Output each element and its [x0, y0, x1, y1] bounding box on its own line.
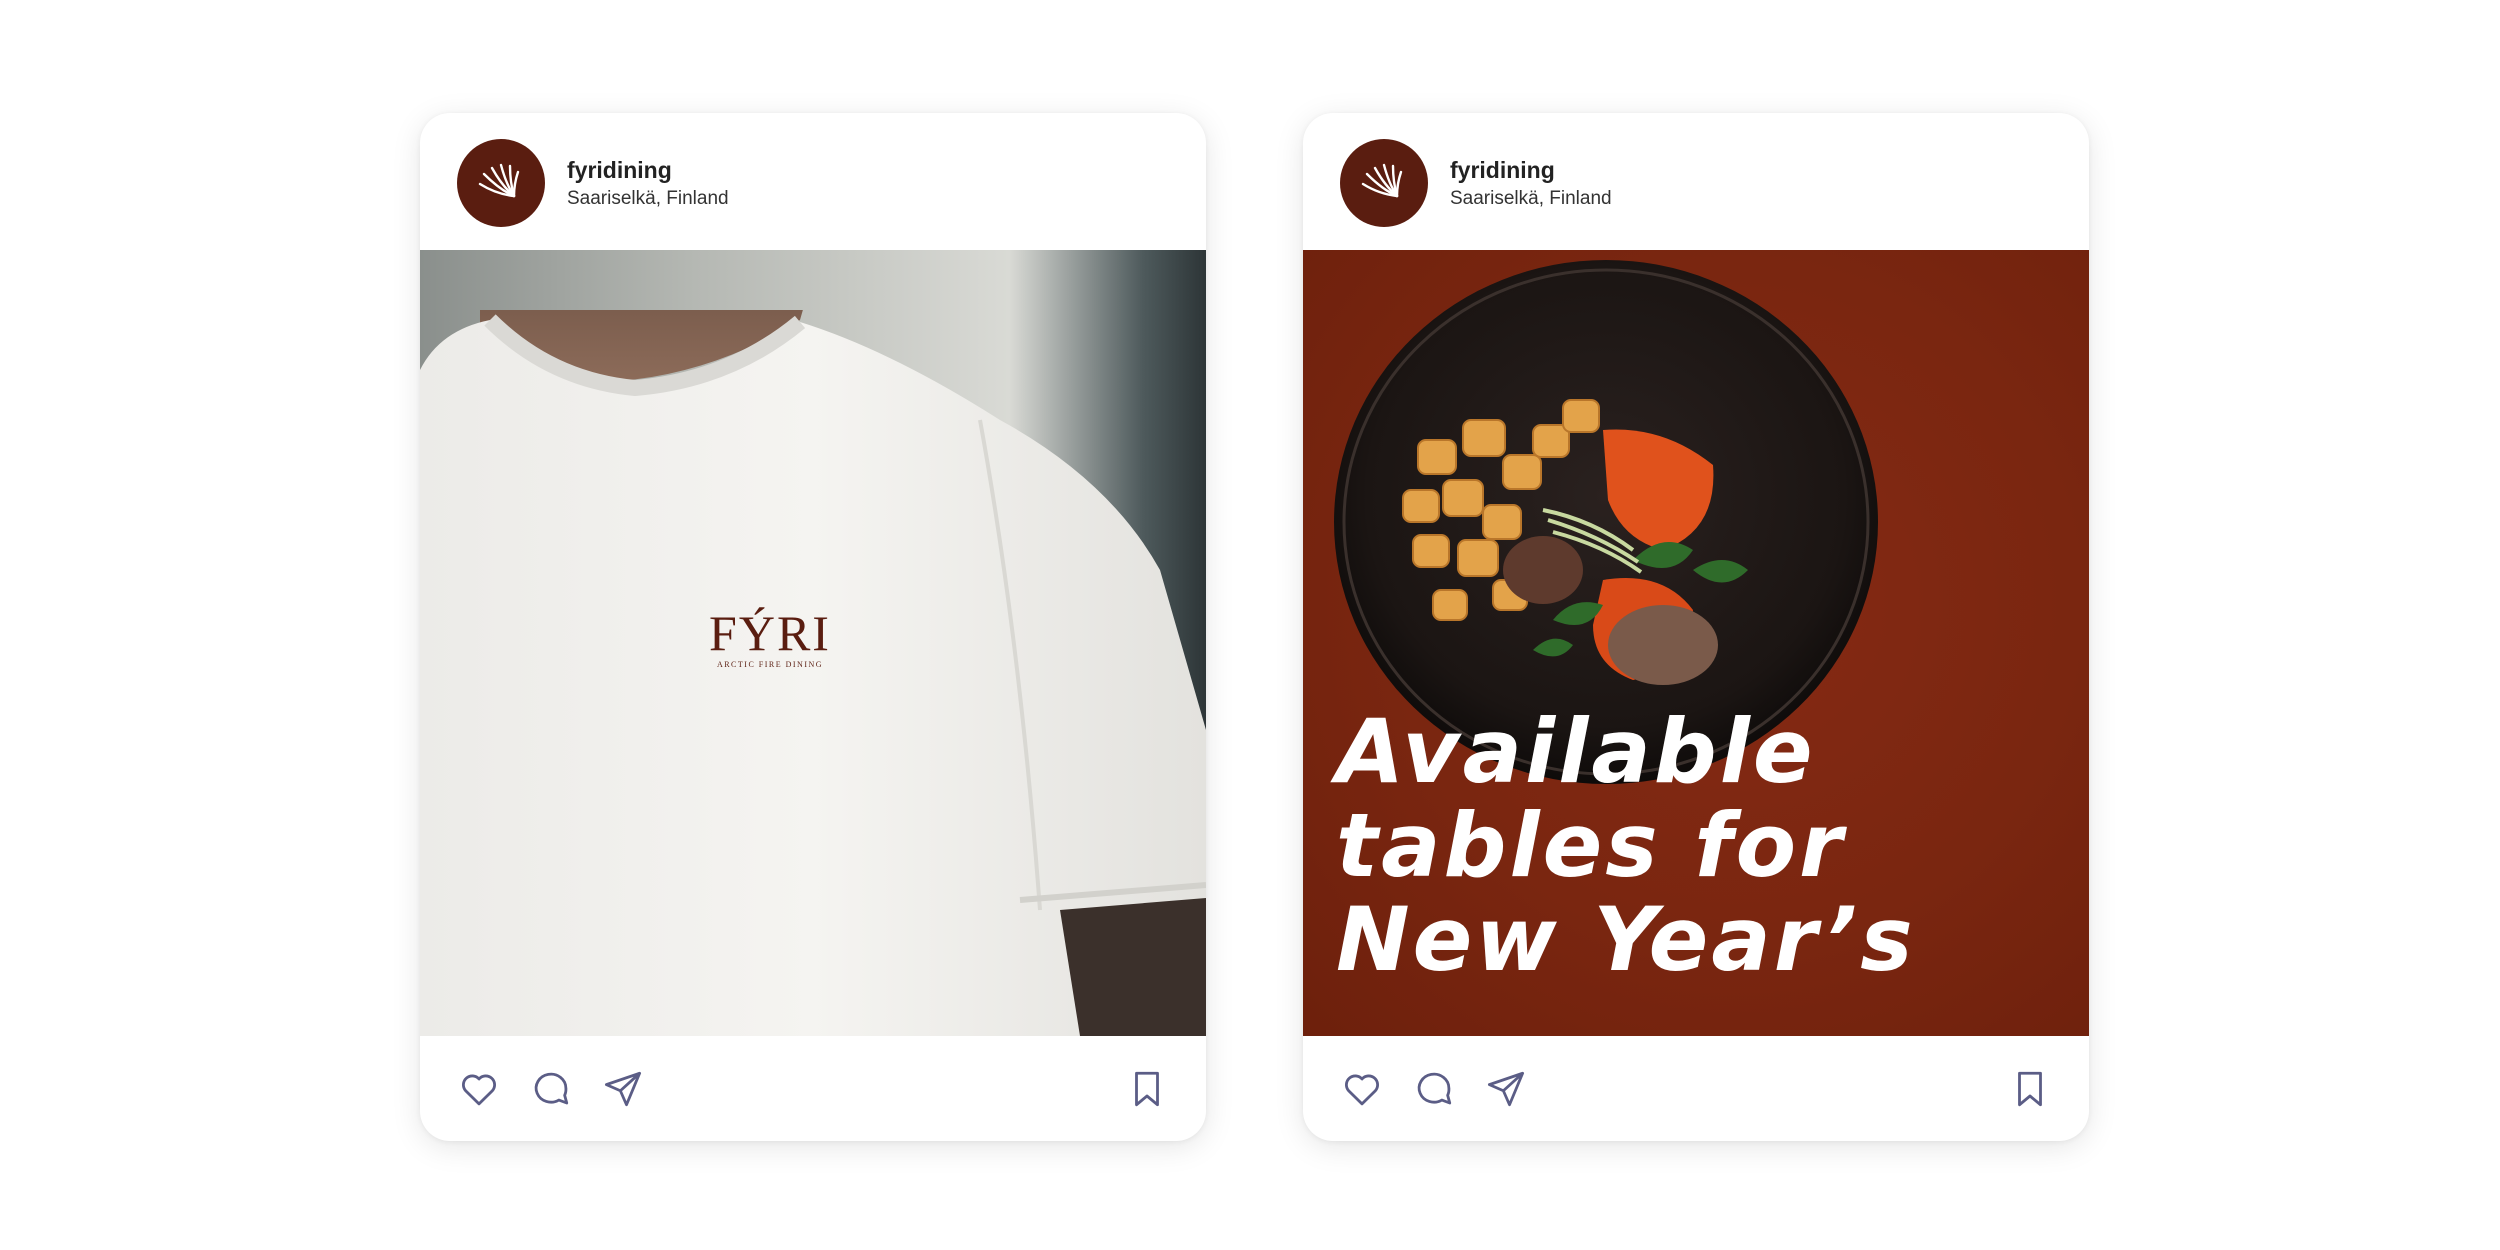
brand-logo-icon: [1361, 163, 1403, 198]
bookmark-icon[interactable]: [2007, 1066, 2053, 1112]
canvas: fyridining Saariselkä, Finland FÝRI ARCT…: [0, 0, 2500, 1250]
post-location[interactable]: Saariselkä, Finland: [1450, 188, 1612, 210]
comment-icon[interactable]: [1411, 1066, 1457, 1112]
post-image-dish[interactable]: Available tables for New Year’s: [1303, 250, 2089, 1036]
heart-icon[interactable]: [456, 1066, 502, 1112]
send-icon[interactable]: [600, 1066, 646, 1112]
post-username[interactable]: fyridining: [567, 157, 672, 184]
brand-logo-icon: [478, 163, 520, 198]
comment-icon[interactable]: [528, 1066, 574, 1112]
profile-avatar[interactable]: [1340, 139, 1428, 227]
post-actions-bar: [1303, 1036, 2089, 1141]
heart-icon[interactable]: [1339, 1066, 1385, 1112]
send-icon[interactable]: [1483, 1066, 1529, 1112]
post-location[interactable]: Saariselkä, Finland: [567, 188, 729, 210]
promo-line-3: New Year’s: [1336, 888, 1916, 991]
promo-line-2: tables for: [1336, 794, 1846, 897]
post-header: fyridining Saariselkä, Finland: [420, 113, 1206, 250]
instagram-post-tshirt: fyridining Saariselkä, Finland FÝRI ARCT…: [420, 113, 1206, 1141]
promo-line-1: Available: [1336, 700, 1816, 803]
post-header: fyridining Saariselkä, Finland: [1303, 113, 2089, 250]
shirt-brand-logo: FÝRI ARCTIC FIRE DINING: [700, 608, 840, 669]
post-actions-bar: [420, 1036, 1206, 1141]
brand-tagline: ARCTIC FIRE DINING: [716, 660, 824, 669]
profile-avatar[interactable]: [457, 139, 545, 227]
promo-headline: Available tables for New Year’s: [1336, 705, 2076, 987]
post-username[interactable]: fyridining: [1450, 157, 1555, 184]
brand-name: FÝRI: [709, 605, 831, 661]
instagram-post-new-years: fyridining Saariselkä, Finland Available…: [1303, 113, 2089, 1141]
post-image-tshirt[interactable]: FÝRI ARCTIC FIRE DINING: [420, 250, 1206, 1036]
bookmark-icon[interactable]: [1124, 1066, 1170, 1112]
tshirt-illustration: [420, 310, 1206, 1036]
